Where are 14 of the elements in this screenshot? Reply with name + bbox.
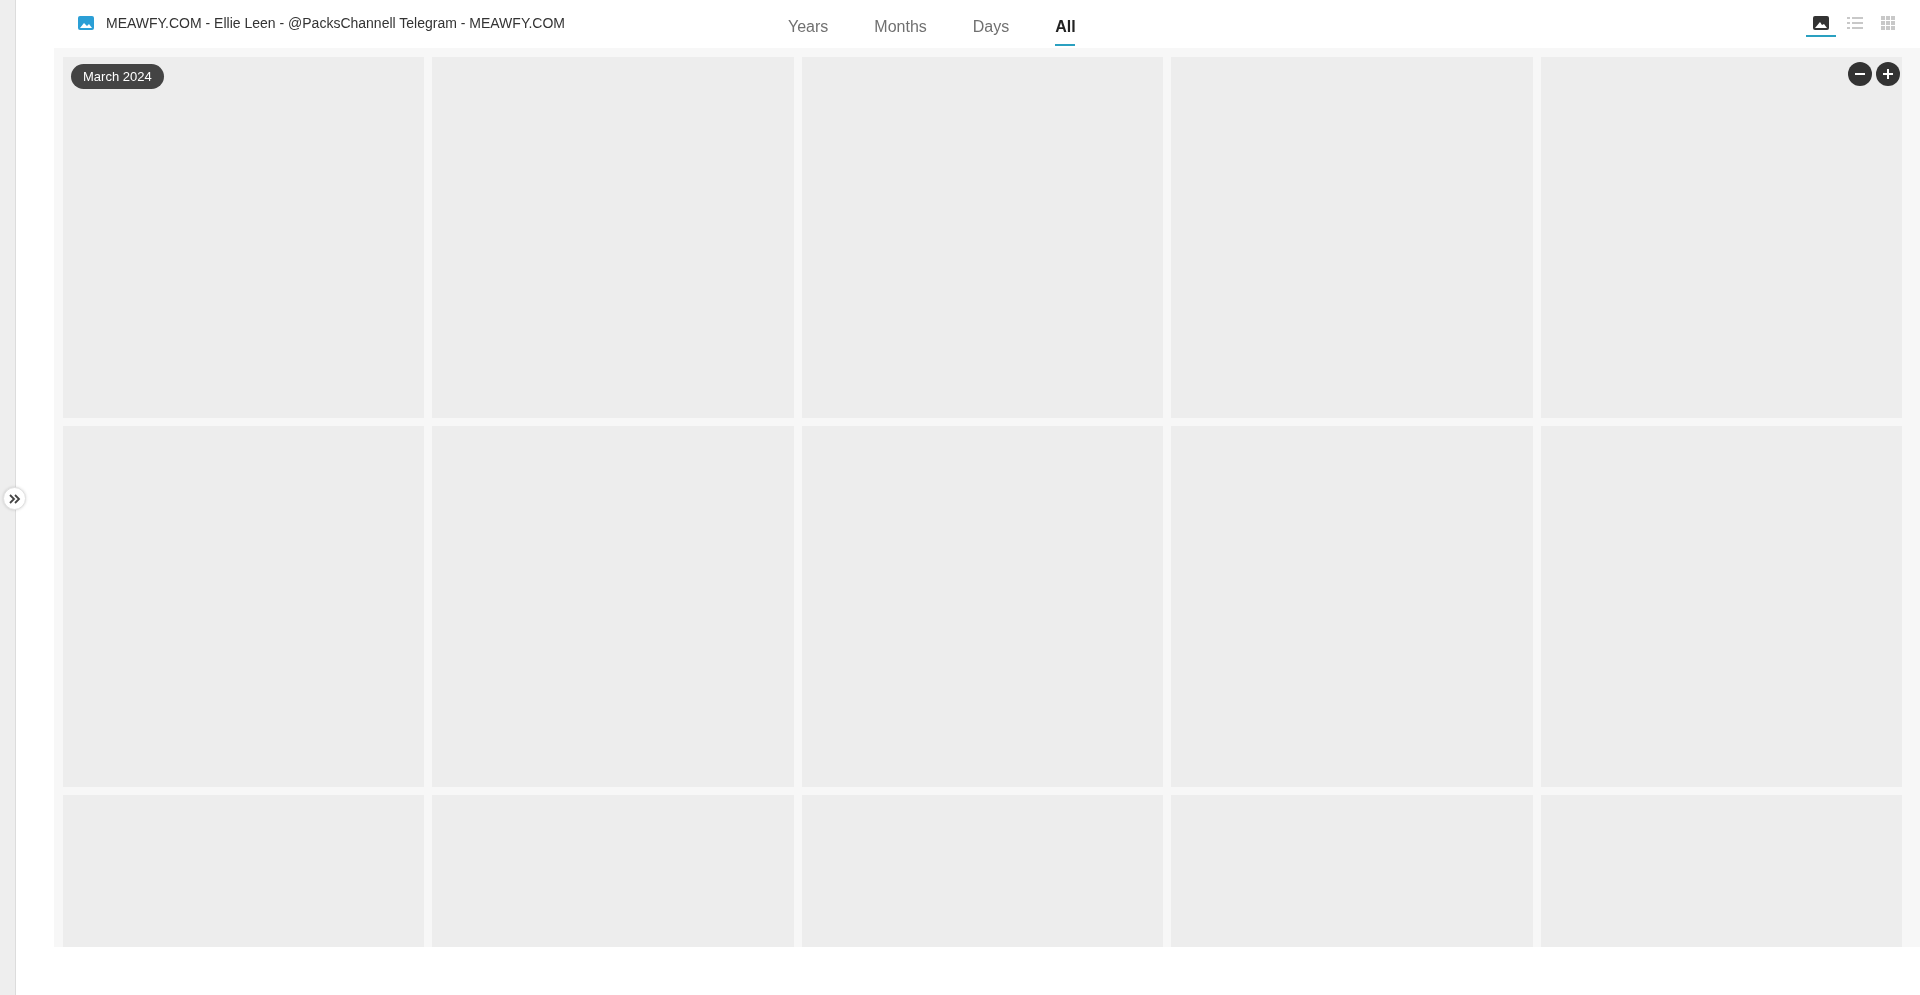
minus-icon bbox=[1855, 73, 1865, 75]
list-view-icon bbox=[1847, 16, 1863, 30]
photo-view-icon bbox=[1813, 16, 1829, 30]
view-tab[interactable]: Years bbox=[765, 0, 852, 48]
plus-icon bbox=[1883, 69, 1893, 79]
date-label: March 2024 bbox=[71, 64, 164, 89]
view-tab[interactable]: Months bbox=[851, 0, 950, 48]
grid-view-icon bbox=[1881, 16, 1897, 30]
view-tab[interactable]: All bbox=[1032, 0, 1099, 48]
image-icon bbox=[78, 16, 94, 30]
album-title: MEAWFY.COM - Ellie Leen - @PacksChannell Telegram - MEAWFY.COM bbox=[106, 15, 565, 31]
view-mode-button[interactable] bbox=[1806, 14, 1836, 37]
double-chevron-icon bbox=[8, 493, 21, 504]
view-tab[interactable]: Days bbox=[949, 0, 1033, 48]
